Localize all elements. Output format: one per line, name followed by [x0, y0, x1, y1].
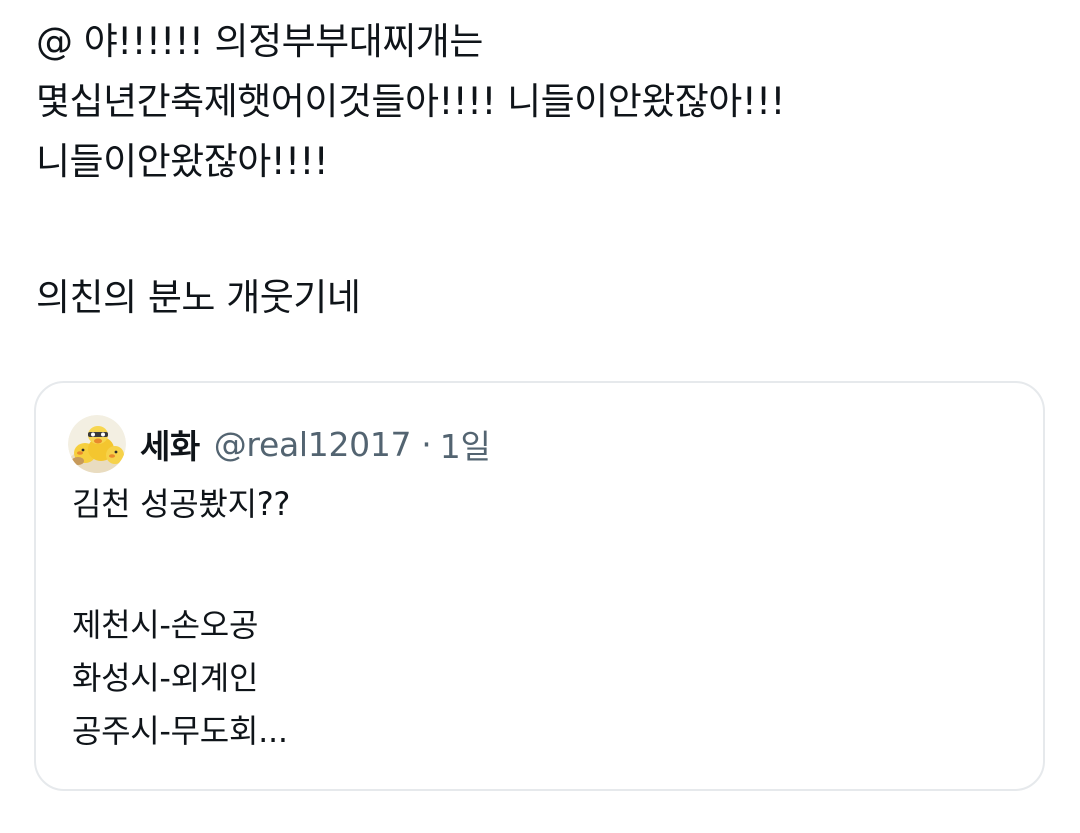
tweet-text: @ 야!!!!!! 의정부부대찌개는 몇십년간축제햇어이것들아!!!! 니들이안…: [36, 12, 1046, 328]
quoted-text-line: 제천시-손오공: [72, 606, 259, 644]
separator-dot: ·: [421, 424, 432, 464]
author-name[interactable]: 세화: [140, 420, 200, 468]
duck-avatar-icon[interactable]: [68, 415, 126, 473]
quoted-tweet-text: 김천 성공봤지?? 제천시-손오공 화성시-외계인 공주시-무도회...: [72, 478, 1012, 758]
author-handle[interactable]: @real12017: [214, 425, 412, 464]
quoted-text-line: 화성시-외계인: [72, 659, 259, 697]
post-timestamp[interactable]: 1일: [440, 420, 491, 468]
quoted-text-line: 김천 성공봤지??: [72, 485, 291, 523]
quoted-tweet-header: 세화 @real12017 · 1일: [68, 415, 491, 473]
tweet-text-line: 니들이안왔잖아!!!!: [36, 140, 329, 183]
quoted-tweet-card[interactable]: 세화 @real12017 · 1일 김천 성공봤지?? 제천시-손오공 화성시…: [34, 381, 1045, 791]
tweet-text-line: @ 야!!!!!! 의정부부대찌개는: [36, 20, 483, 63]
tweet-text-line: 의친의 분노 개웃기네: [36, 276, 361, 319]
tweet-text-line: 몇십년간축제햇어이것들아!!!! 니들이안왔잖아!!!: [36, 80, 785, 123]
quoted-text-line: 공주시-무도회...: [72, 712, 288, 750]
